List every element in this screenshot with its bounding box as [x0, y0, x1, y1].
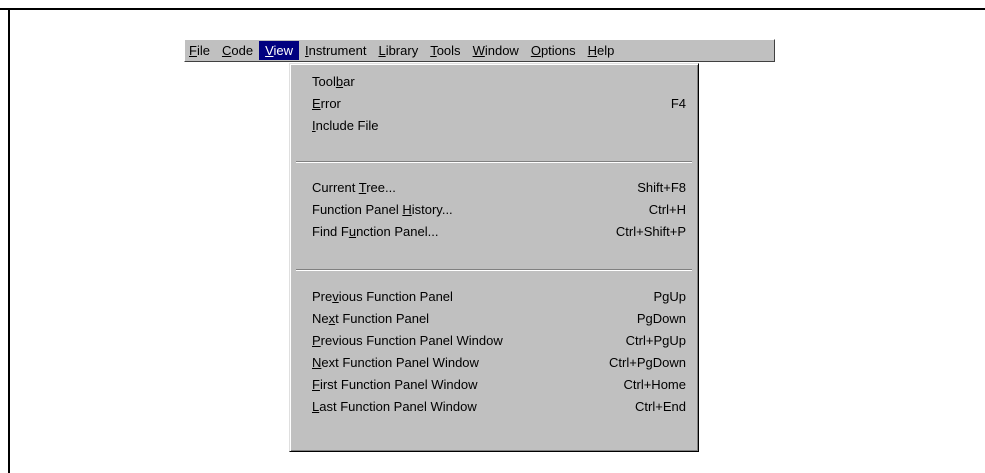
menu-file[interactable]: File	[185, 41, 216, 60]
menu-item-label: Previous Function Panel Window	[312, 333, 503, 348]
menu-item-next-function-panel[interactable]: Next Function Panel PgDown	[290, 308, 698, 330]
menu-item-include-file[interactable]: Include File	[290, 115, 698, 137]
menu-item-previous-function-panel[interactable]: Previous Function Panel PgUp	[290, 286, 698, 308]
menu-help[interactable]: Help	[582, 41, 621, 60]
menu-item-first-function-panel-window[interactable]: First Function Panel Window Ctrl+Home	[290, 374, 698, 396]
menu-item-error[interactable]: Error F4	[290, 93, 698, 115]
menu-tools[interactable]: Tools	[424, 41, 466, 60]
menu-item-last-function-panel-window[interactable]: Last Function Panel Window Ctrl+End	[290, 396, 698, 418]
menu-options[interactable]: Options	[525, 41, 582, 60]
menu-item-label: First Function Panel Window	[312, 377, 478, 392]
frame-top-border	[0, 8, 985, 10]
menu-item-next-function-panel-window[interactable]: Next Function Panel Window Ctrl+PgDown	[290, 352, 698, 374]
menu-view[interactable]: View	[259, 41, 300, 60]
menu-item-function-panel-history[interactable]: Function Panel History... Ctrl+H	[290, 199, 698, 221]
menu-window[interactable]: Window	[467, 41, 525, 60]
menu-code[interactable]: Code	[216, 41, 259, 60]
menu-item-shortcut: Ctrl+Home	[623, 377, 687, 392]
menu-separator	[296, 269, 692, 271]
frame-left-border	[8, 8, 10, 473]
menu-item-shortcut: Ctrl+H	[648, 202, 686, 217]
menu-item-shortcut: PgDown	[636, 311, 686, 326]
menu-item-label: Previous Function Panel	[312, 289, 453, 304]
menu-item-shortcut: Ctrl+Shift+P	[615, 224, 686, 239]
menu-item-label: Next Function Panel Window	[312, 355, 479, 370]
menu-item-shortcut: Shift+F8	[637, 180, 686, 195]
menu-item-label: Last Function Panel Window	[312, 399, 477, 414]
menu-item-shortcut: Ctrl+PgDown	[609, 355, 686, 370]
view-menu-dropdown: Toolbar Error F4 Include File Current Tr…	[289, 63, 699, 452]
menu-instrument[interactable]: Instrument	[299, 41, 372, 60]
menu-item-label: Find Function Panel...	[312, 224, 439, 239]
menu-item-toolbar[interactable]: Toolbar	[290, 71, 698, 93]
menu-item-shortcut: Ctrl+PgUp	[625, 333, 686, 348]
menu-item-find-function-panel[interactable]: Find Function Panel... Ctrl+Shift+P	[290, 221, 698, 243]
menu-item-current-tree[interactable]: Current Tree... Shift+F8	[290, 177, 698, 199]
menu-separator	[296, 161, 692, 163]
menu-item-label: Toolbar	[312, 74, 355, 89]
menu-library[interactable]: Library	[372, 41, 424, 60]
menu-item-label: Include File	[312, 118, 379, 133]
menu-bar: File Code View Instrument Library Tools …	[184, 39, 775, 62]
menu-item-label: Error	[312, 96, 341, 111]
menu-item-label: Function Panel History...	[312, 202, 453, 217]
menu-item-shortcut: Ctrl+End	[635, 399, 686, 414]
menu-item-label: Next Function Panel	[312, 311, 430, 326]
menu-item-shortcut: PgUp	[653, 289, 686, 304]
menu-item-previous-function-panel-window[interactable]: Previous Function Panel Window Ctrl+PgUp	[290, 330, 698, 352]
menu-item-label: Current Tree...	[312, 180, 396, 195]
menu-item-shortcut: F4	[670, 96, 686, 111]
